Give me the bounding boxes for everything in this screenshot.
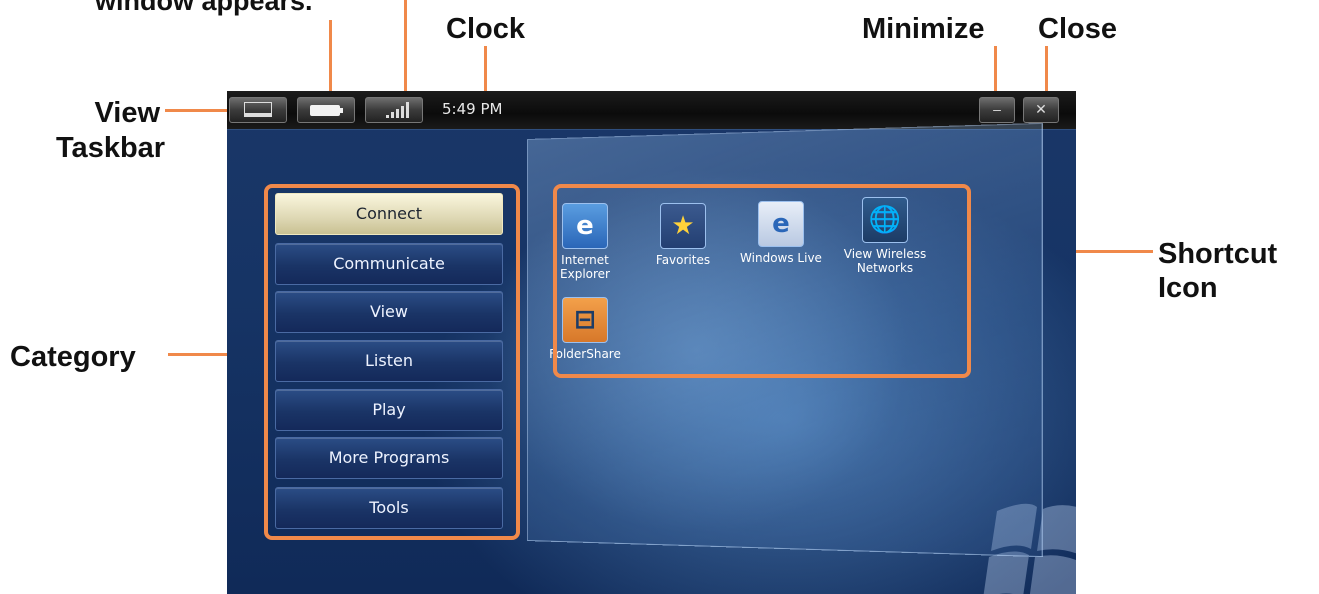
signal-strength-icon bbox=[386, 102, 408, 118]
view-taskbar-callout-label: View bbox=[80, 96, 160, 130]
clock-callout-label: Clock bbox=[446, 12, 525, 46]
minimize-callout-label: Minimize bbox=[862, 12, 984, 46]
minimize-icon: – bbox=[993, 101, 1001, 117]
view-taskbar-button[interactable] bbox=[229, 97, 287, 123]
close-icon: ✕ bbox=[1035, 101, 1047, 117]
close-callout-label: Close bbox=[1038, 12, 1117, 46]
shortcut-highlight-box bbox=[553, 184, 971, 378]
shortcut-icon-label-line1: Shortcut bbox=[1158, 237, 1277, 271]
shortcut-icon-callout-label: Shortcut Icon bbox=[1158, 237, 1277, 305]
clock-display: 5:49 PM bbox=[442, 100, 502, 118]
battery-icon bbox=[310, 105, 340, 116]
view-taskbar-leader-line bbox=[165, 109, 231, 112]
signal-leader-line bbox=[404, 0, 407, 100]
view-taskbar-callout-label-2: Taskbar bbox=[56, 131, 165, 165]
top-bar: 5:49 PM – ✕ bbox=[227, 91, 1076, 130]
battery-button[interactable] bbox=[297, 97, 355, 123]
minimize-button[interactable]: – bbox=[979, 97, 1015, 123]
view-taskbar-label-line1: View bbox=[80, 96, 160, 130]
taskbar-icon bbox=[244, 102, 272, 117]
category-callout-label: Category bbox=[10, 340, 136, 374]
close-button[interactable]: ✕ bbox=[1023, 97, 1059, 123]
battery-tip-icon bbox=[340, 108, 343, 113]
shortcut-icon-label-line2: Icon bbox=[1158, 271, 1277, 305]
category-highlight-box bbox=[264, 184, 520, 540]
window-appears-caption: window appears. bbox=[95, 0, 313, 18]
battery-leader-line bbox=[329, 20, 332, 100]
signal-button[interactable] bbox=[365, 97, 423, 123]
